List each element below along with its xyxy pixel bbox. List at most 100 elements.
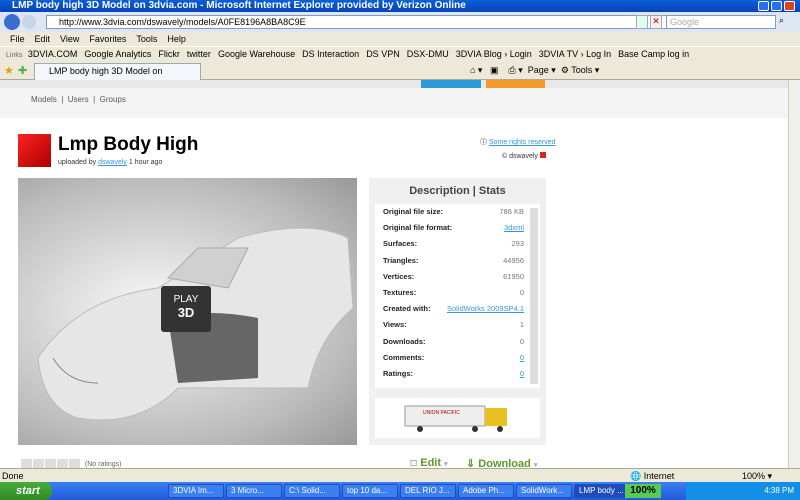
close-button[interactable] [784,1,795,11]
back-button[interactable] [4,14,20,30]
home-icon[interactable]: ⌂ ▾ [470,65,482,75]
link-item[interactable]: Google Analytics [84,49,151,59]
upload-tab[interactable] [486,80,545,88]
stat-row: Original file format: 3dxml [375,220,540,236]
stat-value[interactable]: 0 [520,350,524,366]
taskbar: start 3DVIA Im... 3 Micro... C:\ Solid..… [0,482,800,500]
stats-scrollbar[interactable] [530,208,538,384]
window-title: LMP body high 3D Model on 3dvia.com - Mi… [12,0,466,11]
menu-view[interactable]: View [60,34,79,44]
site-nav [0,80,788,88]
link-item[interactable]: 3DVIA Blog › Login [456,49,532,59]
page-scrollbar[interactable] [788,80,800,468]
report-icon[interactable] [539,152,546,158]
stat-label: Original file format: [383,223,453,233]
menu-favorites[interactable]: Favorites [89,34,126,44]
taskbar-item-active[interactable]: LMP body ... [574,484,630,498]
menu-file[interactable]: File [10,34,25,44]
stat-label: Triangles: [383,255,419,265]
minimize-button[interactable] [758,1,769,11]
star-icon[interactable] [21,459,32,468]
stat-label: Vertices: [383,271,415,281]
stat-value[interactable]: SolidWorks 2009SP4.1 [447,301,524,317]
zone-label: 🌐 Internet [630,471,675,481]
shape-tab[interactable] [421,80,481,88]
model-viewer[interactable]: PLAY 3D [18,178,357,445]
link-item[interactable]: Base Camp log in [618,49,689,59]
menu-tools[interactable]: Tools [136,34,157,44]
stat-row: Vertices: 61950 [375,269,540,285]
subnav-groups[interactable]: Groups [100,95,126,104]
model-thumbnail [18,134,51,167]
address-input[interactable]: http://www.3dvia.com/dswavely/models/A0F… [46,15,706,29]
start-button[interactable]: start [0,482,52,500]
link-item[interactable]: 3DVIA.COM [28,49,78,59]
page-label: Page [527,65,549,75]
uploader-link[interactable]: dswavely [98,159,127,166]
rating-widget[interactable]: (No ratings) [21,459,121,468]
favorites-star-icon[interactable]: ★ [4,64,14,77]
title-bar: LMP body high 3D Model on 3dvia.com - Mi… [0,0,800,12]
link-item[interactable]: DS VPN [366,49,400,59]
stat-value[interactable]: 3dxml [504,220,524,236]
link-item[interactable]: DS Interaction [302,49,359,59]
search-icon[interactable]: ⌕ [779,15,797,29]
taskbar-item[interactable]: C:\ Solid... [284,484,340,498]
edit-button[interactable]: ☐ Edit ▾ [410,457,448,468]
stat-row: Triangles: 44956 [375,253,540,269]
menu-edit[interactable]: Edit [35,34,51,44]
taskbar-item[interactable]: top 10 da... [342,484,398,498]
link-item[interactable]: DSX-DMU [407,49,449,59]
link-item[interactable]: 3DVIA TV › Log In [539,49,611,59]
stat-value[interactable]: 0 [520,366,524,382]
browser-tab[interactable]: LMP body high 3D Model on 3dvia.com [34,63,201,91]
feeds-icon[interactable]: ▣ [490,65,499,75]
uploaded-time: 1 hour ago [128,159,163,166]
maximize-button[interactable] [771,1,782,11]
print-icon[interactable]: ⎙ ▾ [509,65,523,75]
download-icon: ⇓ [466,458,476,468]
star-icon[interactable] [33,459,44,468]
taskbar-item[interactable]: DEL RIO J... [400,484,456,498]
play-3d-label: 3D [177,305,195,320]
stat-label: Downloads: [383,336,426,346]
page-menu[interactable]: Page ▾ [528,65,556,75]
related-thumbnail[interactable]: UNION PACIFIC [375,398,540,438]
stats-list: Original file size: 786 KB Original file f… [375,204,540,388]
link-item[interactable]: twitter [187,49,211,59]
subnav-users[interactable]: Users [68,95,89,104]
stat-value: 61950 [503,271,524,281]
refresh-button[interactable] [636,15,648,29]
uploaded-prefix: uploaded by [58,159,97,166]
stat-value: 293 [511,239,524,249]
rights-info: ⓘ Some rights reserved [480,137,555,147]
edit-icon: ☐ [410,459,418,468]
zoom-control[interactable]: 100% ▾ [742,469,772,483]
status-text: Done [2,471,24,481]
menu-bar: File Edit View Favorites Tools Help [0,32,800,46]
link-item[interactable]: Flickr [158,49,180,59]
subnav-models[interactable]: Models [31,95,57,104]
star-icon[interactable] [57,459,68,468]
forward-button[interactable] [22,15,36,29]
search-input[interactable]: Google [666,15,776,29]
link-item[interactable]: Google Warehouse [218,49,295,59]
rights-link[interactable]: Some rights reserved [489,139,556,146]
star-icon[interactable] [69,459,80,468]
stat-label: Comments: [383,352,425,362]
taskbar-item[interactable]: 3 Micro... [226,484,282,498]
taskbar-item[interactable]: 3DVIA Im... [168,484,224,498]
star-icon[interactable] [45,459,56,468]
menu-help[interactable]: Help [167,34,186,44]
meter-widget[interactable]: 100% [625,484,661,498]
upload-info: uploaded by dswavely 1 hour ago [58,159,162,166]
taskbar-item[interactable]: SolidWork... [516,484,572,498]
add-favorite-icon[interactable]: ✚ [18,64,27,77]
sub-nav: Models | Users | Groups [0,88,788,118]
taskbar-item[interactable]: Adobe Ph... [458,484,514,498]
download-button[interactable]: ⇓ Download ▾ [466,457,537,468]
stop-button[interactable]: ✕ [650,15,662,29]
links-bar: Links 3DVIA.COM Google Analytics Flickr twi… [0,46,800,60]
tools-menu[interactable]: ⚙ Tools ▾ [561,65,599,75]
play-3d-button[interactable]: PLAY 3D [161,286,211,332]
